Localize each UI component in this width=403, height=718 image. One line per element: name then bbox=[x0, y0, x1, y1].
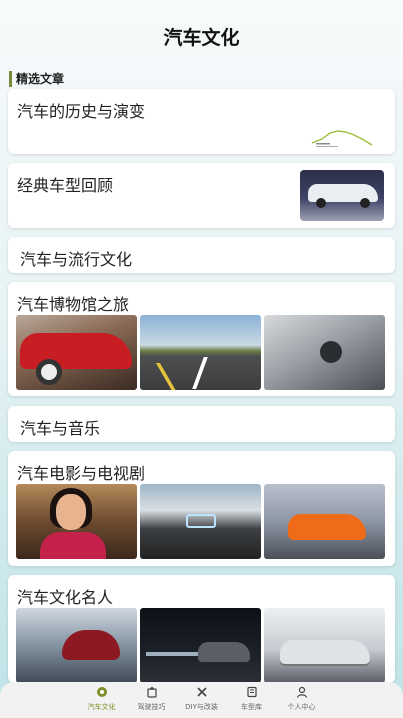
bottom-tab-bar: 汽车文化 驾驶技巧 DIY与改装 车型库 个人中心 bbox=[0, 682, 403, 718]
tab-diy-modding[interactable]: DIY与改装 bbox=[181, 686, 223, 718]
tools-icon bbox=[196, 686, 208, 700]
steering-wheel-icon bbox=[96, 686, 108, 700]
article-card-music[interactable]: 汽车与音乐 bbox=[8, 406, 395, 442]
article-image bbox=[16, 315, 137, 390]
article-card-film-tv[interactable]: 汽车电影与电视剧 bbox=[8, 451, 395, 566]
article-image bbox=[264, 608, 385, 683]
section-label: 精选文章 bbox=[9, 71, 64, 87]
tab-car-culture[interactable]: 汽车文化 bbox=[81, 686, 123, 718]
article-card-celebrities[interactable]: 汽车文化名人 bbox=[8, 575, 395, 683]
tab-label: 个人中心 bbox=[287, 703, 316, 711]
page-title: 汽车文化 bbox=[163, 27, 240, 49]
article-image bbox=[264, 315, 385, 390]
tab-label: 车型库 bbox=[241, 703, 262, 711]
wheel-shape bbox=[360, 198, 370, 208]
tab-label: DIY与改装 bbox=[185, 703, 218, 711]
article-image bbox=[16, 484, 137, 559]
image-row bbox=[16, 608, 385, 683]
article-thumbnail bbox=[300, 170, 384, 221]
chart-thumbnail-graphic bbox=[311, 130, 373, 147]
article-card-pop-culture[interactable]: 汽车与流行文化 bbox=[8, 237, 395, 273]
article-title: 经典车型回顾 bbox=[17, 176, 114, 195]
article-title: 汽车的历史与演变 bbox=[17, 102, 146, 121]
article-title: 汽车电影与电视剧 bbox=[17, 464, 146, 483]
driver-icon bbox=[146, 686, 158, 700]
tab-driving-skills[interactable]: 驾驶技巧 bbox=[131, 686, 173, 718]
top-bar: 汽车文化 bbox=[0, 0, 403, 72]
tab-profile[interactable]: 个人中心 bbox=[281, 686, 323, 718]
article-title: 汽车与流行文化 bbox=[20, 250, 133, 269]
image-row bbox=[16, 315, 385, 390]
tab-label: 驾驶技巧 bbox=[137, 703, 166, 711]
article-title: 汽车博物馆之旅 bbox=[17, 295, 130, 314]
article-card-museum[interactable]: 汽车博物馆之旅 bbox=[8, 282, 395, 396]
article-thumbnail bbox=[308, 123, 378, 149]
article-image bbox=[140, 315, 261, 390]
wheel-shape bbox=[316, 198, 326, 208]
article-image bbox=[264, 484, 385, 559]
book-icon bbox=[246, 686, 258, 700]
article-card-classic-models[interactable]: 经典车型回顾 bbox=[8, 163, 395, 228]
article-image bbox=[140, 608, 261, 683]
article-title: 汽车文化名人 bbox=[17, 588, 114, 607]
article-card-history[interactable]: 汽车的历史与演变 bbox=[8, 89, 395, 154]
image-row bbox=[16, 484, 385, 559]
tab-label: 汽车文化 bbox=[87, 703, 116, 711]
user-icon bbox=[296, 686, 308, 700]
article-image bbox=[16, 608, 137, 683]
article-image bbox=[140, 484, 261, 559]
article-title: 汽车与音乐 bbox=[20, 419, 101, 438]
tab-model-library[interactable]: 车型库 bbox=[231, 686, 273, 718]
